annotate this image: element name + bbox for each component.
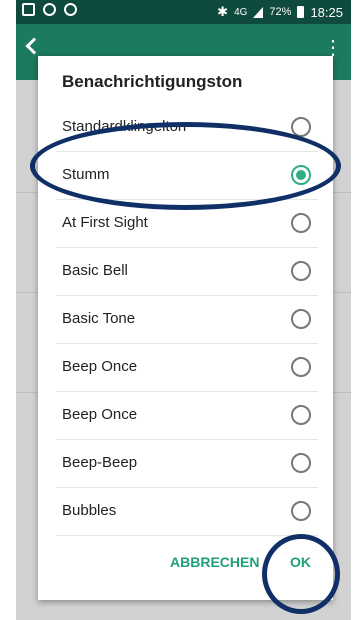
option-row[interactable]: At First Sight (56, 200, 318, 248)
option-row[interactable]: Beep Once (56, 392, 318, 440)
option-label: Standardklingelton (62, 118, 187, 135)
radio-button[interactable] (291, 501, 311, 521)
battery-percent: 72% (269, 6, 292, 18)
option-row[interactable]: Beep Once (56, 344, 318, 392)
status-time: 18:25 (310, 4, 343, 20)
option-row[interactable]: Standardklingelton (56, 104, 318, 152)
status-bar: ✱ 4G 72% 18:25 (16, 0, 351, 24)
option-label: Beep Once (62, 358, 138, 375)
option-row[interactable]: Basic Bell (56, 248, 318, 296)
radio-button[interactable] (291, 453, 311, 473)
option-label: Bubbles (62, 502, 117, 519)
option-label: Basic Tone (62, 310, 136, 327)
option-row[interactable]: Basic Tone (56, 296, 318, 344)
radio-button[interactable] (291, 357, 311, 377)
ok-button[interactable]: OK (290, 554, 311, 570)
data-saver-icon (64, 3, 77, 16)
radio-button[interactable] (291, 405, 311, 425)
option-label: At First Sight (62, 214, 148, 231)
status-left-icons (22, 3, 77, 16)
more-options-icon[interactable]: ⋮ (323, 38, 343, 58)
notification-tone-dialog: Benachrichtigungston Standardklingelton … (38, 56, 333, 600)
back-arrow-icon[interactable] (25, 37, 43, 55)
radio-button[interactable] (291, 309, 311, 329)
radio-button[interactable] (291, 117, 311, 137)
battery-icon (297, 6, 305, 18)
radio-button[interactable] (291, 213, 311, 233)
option-row[interactable]: Beep-Beep (56, 440, 318, 488)
option-label: Basic Bell (62, 262, 128, 279)
option-row[interactable]: Stumm (56, 152, 318, 200)
radio-button-selected[interactable] (291, 165, 311, 185)
bluetooth-icon: ✱ (217, 4, 229, 19)
missed-call-icon (43, 3, 56, 16)
gallery-icon (22, 3, 35, 16)
option-label: Stumm (62, 166, 110, 183)
signal-icon (253, 6, 264, 18)
option-label: Beep Once (62, 406, 138, 423)
dialog-actions: ABBRECHEN OK (38, 540, 333, 584)
cancel-button[interactable]: ABBRECHEN (170, 554, 259, 570)
status-right-icons: ✱ 4G 72% 18:25 (217, 4, 343, 20)
option-row[interactable]: Bubbles (56, 488, 318, 536)
option-label: Beep-Beep (62, 454, 138, 471)
dialog-title: Benachrichtigungston (62, 72, 243, 91)
network-type: 4G (234, 6, 248, 18)
radio-button[interactable] (291, 261, 311, 281)
